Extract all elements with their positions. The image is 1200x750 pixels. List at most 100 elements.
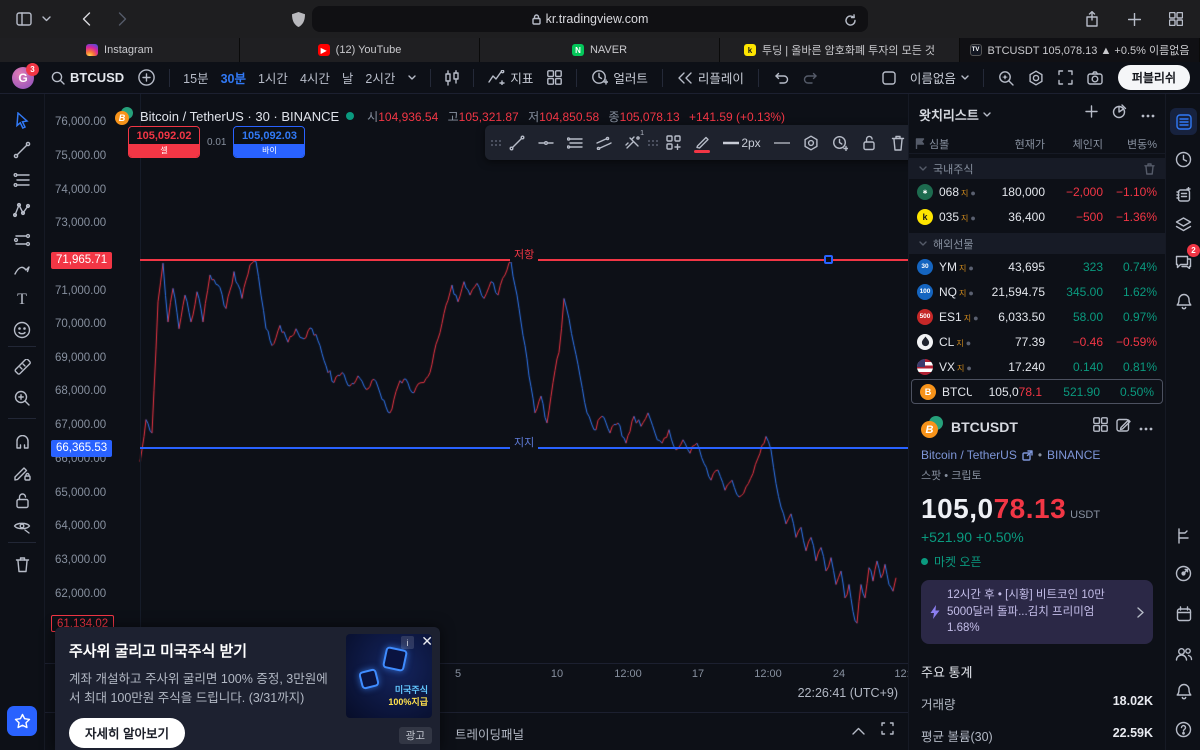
layout-name-dropdown[interactable]: 이름없음 (903, 65, 976, 91)
ad-image[interactable]: 미국주식 100%지급 (346, 634, 432, 718)
panel-fullscreen-icon[interactable] (881, 722, 894, 740)
watchlist-row[interactable]: 500 ES1지● 6,033.50 58.00 0.97% (909, 304, 1165, 329)
snapshot-button[interactable] (1080, 65, 1110, 91)
watchlist-row[interactable]: VX지● 17.240 0.140 0.81% (909, 354, 1165, 379)
layout-grid-icon[interactable] (1093, 417, 1108, 437)
text-tool[interactable]: T (8, 286, 36, 314)
support-line[interactable]: 지지 (140, 447, 908, 449)
interval-15m[interactable]: 15분 (177, 65, 214, 91)
ad-close-icon[interactable]: ✕ (421, 633, 433, 650)
new-tab-icon[interactable] (1124, 9, 1144, 29)
tab-tooding[interactable]: k 투딩 | 올바른 암호화폐 투자의 모든 것 (720, 38, 960, 62)
tab-tradingview-active[interactable]: TV BTCUSDT 105,078.13 ▲ +0.5% 이름없음 (960, 38, 1200, 62)
template-grid-icon[interactable] (660, 129, 687, 156)
fib-tool[interactable] (8, 166, 36, 194)
zoom-in-tool[interactable] (8, 384, 36, 412)
url-bar[interactable]: kr.tradingview.com (312, 6, 868, 32)
news-banner[interactable]: 12시간 후 • [시황] 비트코인 10만5000달러 돌파...김치 프리미… (921, 580, 1153, 644)
delete-icon[interactable] (884, 129, 908, 156)
watchlist-row-selected[interactable]: B BTCUS 105,078.1 521.90 0.50% (911, 379, 1163, 404)
chart-style-button[interactable] (438, 65, 466, 91)
chat-icon[interactable]: 2 (1170, 248, 1197, 275)
sell-button[interactable]: 105,092.02 셀 (128, 126, 200, 158)
drag-handle[interactable] (648, 140, 658, 146)
unlock-icon[interactable] (855, 129, 882, 156)
ruler-tool[interactable] (8, 354, 36, 382)
pitchfork-icon[interactable]: 1 (619, 129, 646, 156)
price-series-canvas[interactable] (45, 94, 908, 663)
watchlist-row[interactable]: 100 NQ지● 21,594.75 345.00 1.62% (909, 279, 1165, 304)
help-icon[interactable] (1170, 716, 1197, 743)
favorites-star-button[interactable] (7, 706, 37, 736)
brush-tool[interactable] (8, 256, 36, 284)
legend-title[interactable]: Bitcoin / TetherUS · 30 · BINANCE (140, 109, 339, 124)
market-depth-icon[interactable] (1170, 522, 1197, 549)
add-symbol-button[interactable] (131, 65, 162, 91)
channel-icon[interactable] (590, 129, 617, 156)
ad-info-icon[interactable]: i (401, 636, 414, 649)
heatmap-icon[interactable] (1112, 104, 1127, 124)
watchlist-section-futures[interactable]: 해외선물 (909, 233, 1165, 254)
undo-button[interactable] (766, 65, 796, 91)
trend-line-tool[interactable] (8, 136, 36, 164)
interval-1h[interactable]: 1시간 (252, 65, 294, 91)
back-button[interactable] (76, 9, 96, 29)
edit-note-icon[interactable] (1116, 417, 1131, 437)
object-tree-layers-icon[interactable] (1170, 211, 1197, 238)
more-options-icon[interactable] (1141, 105, 1155, 123)
resistance-line[interactable]: 저항 (140, 259, 908, 261)
hide-drawings-tool[interactable] (8, 513, 36, 541)
watchlist-row[interactable]: ∗ 068지● 180,000 −2,000 −1.10% (909, 179, 1165, 204)
add-symbol-icon[interactable] (1085, 105, 1098, 123)
interval-dropdown[interactable] (401, 65, 423, 91)
horizontal-line-icon[interactable] (532, 129, 559, 156)
forecast-tool[interactable] (8, 226, 36, 254)
chevron-down-icon[interactable] (36, 9, 56, 29)
notifications-bell-icon[interactable] (1170, 288, 1197, 315)
symbol-search-button[interactable]: BTCUSD (44, 65, 131, 91)
drag-handle[interactable] (491, 140, 501, 146)
line-style-button[interactable] (768, 129, 795, 156)
interval-30m[interactable]: 30분 (215, 65, 252, 91)
line-width-button[interactable]: 2px (718, 129, 766, 156)
publish-ideas-icon[interactable] (1170, 560, 1197, 587)
indicators-button[interactable]: 지표 (481, 65, 540, 91)
tab-instagram[interactable]: Instagram (0, 38, 240, 62)
alert-button[interactable]: 얼러트 (584, 65, 655, 91)
lock-all-tool[interactable] (8, 486, 36, 514)
line-anchor-handle[interactable] (824, 255, 833, 264)
detail-symbol[interactable]: BTCUSDT (951, 419, 1085, 435)
watchlist-row[interactable]: k 035지● 36,400 −500 −1.36% (909, 204, 1165, 229)
interval-2h[interactable]: 2시간 (359, 65, 401, 91)
drawing-lock-tool[interactable] (8, 459, 36, 487)
save-checkbox[interactable] (875, 65, 903, 91)
journal-icon[interactable] (1170, 181, 1197, 208)
trend-line-icon[interactable] (503, 129, 530, 156)
more-options-icon[interactable] (1139, 418, 1153, 436)
fullscreen-button[interactable] (1051, 65, 1080, 91)
buy-button[interactable]: 105,092.03 바이 (233, 126, 305, 158)
magnet-tool[interactable] (8, 429, 36, 457)
templates-button[interactable] (540, 65, 569, 91)
privacy-shield-icon[interactable] (288, 9, 308, 29)
share-icon[interactable] (1082, 9, 1102, 29)
user-avatar[interactable]: G 3 (12, 67, 34, 89)
emoji-tool[interactable] (8, 316, 36, 344)
alerts-clock-icon[interactable] (1170, 146, 1197, 173)
add-alert-icon[interactable] (826, 129, 853, 156)
watchlist-row[interactable]: CL지● 77.39 −0.46 −0.59% (909, 329, 1165, 354)
watchlist-rail-icon[interactable] (1170, 108, 1197, 135)
interval-4h[interactable]: 4시간 (294, 65, 336, 91)
watchlist-title[interactable]: 왓치리스트 (919, 105, 979, 124)
calendar-icon[interactable] (1170, 600, 1197, 627)
settings-hex-icon[interactable] (797, 129, 824, 156)
watchlist-section-domestic[interactable]: 국내주식 (909, 158, 1165, 179)
trading-panel-tab[interactable]: 트레이딩패널 (455, 724, 524, 743)
color-pencil-icon[interactable] (689, 129, 716, 156)
streams-people-icon[interactable] (1170, 640, 1197, 667)
panel-expand-icon[interactable] (852, 722, 865, 740)
redo-button[interactable] (796, 65, 826, 91)
pattern-tool[interactable] (8, 196, 36, 224)
parallel-lines-icon[interactable] (561, 129, 588, 156)
tab-youtube[interactable]: ▶ (12) YouTube (240, 38, 480, 62)
